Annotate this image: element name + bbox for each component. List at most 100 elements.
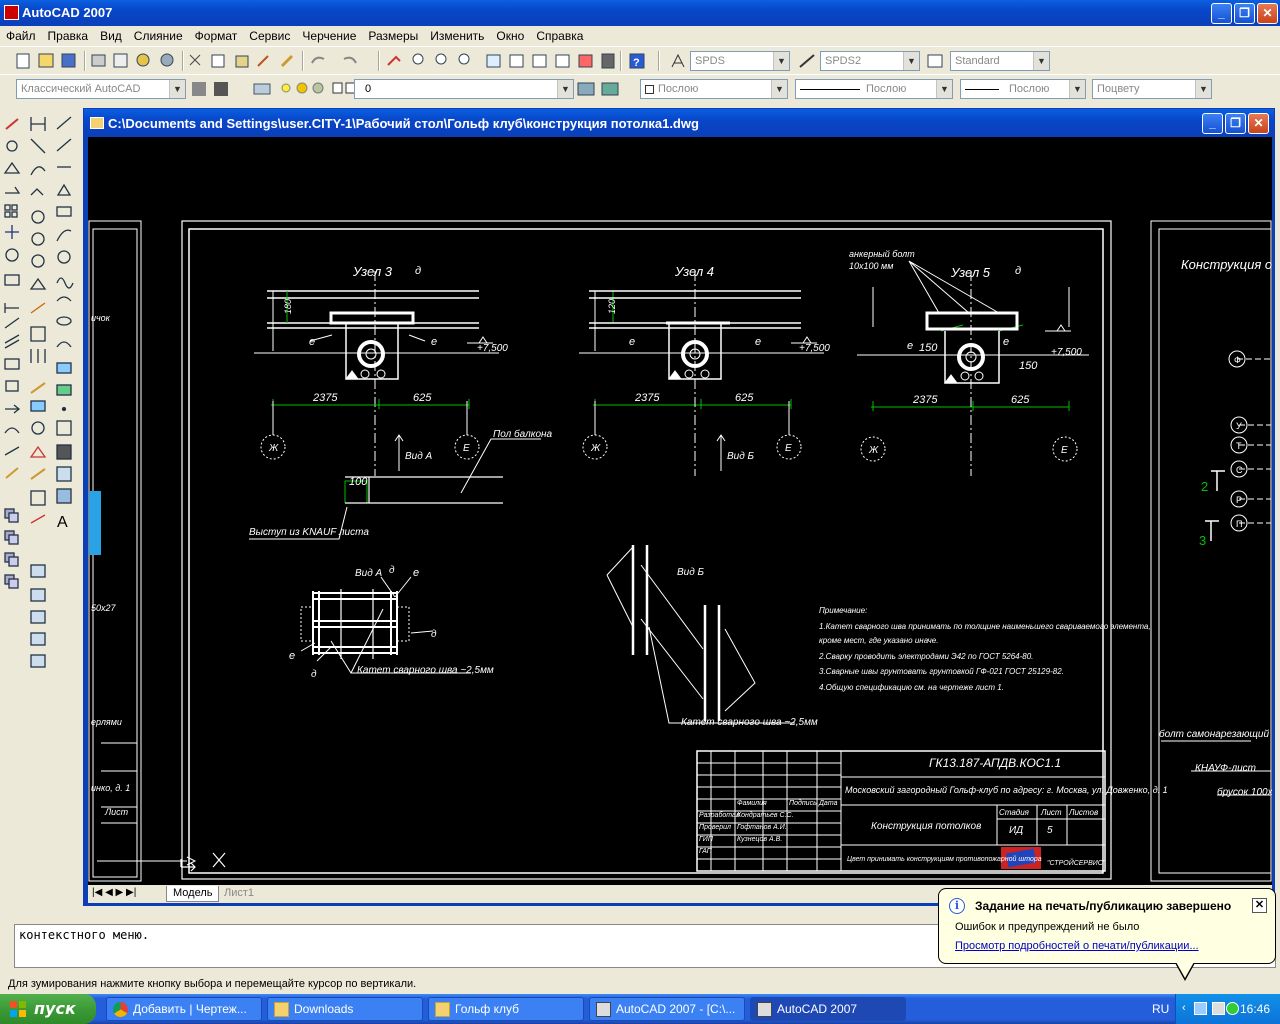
svg-text:Р: Р	[1236, 495, 1242, 505]
linetype-select[interactable]: Послою ▼	[795, 79, 953, 99]
network-icon[interactable]	[1194, 1002, 1207, 1015]
svg-text:+7,500: +7,500	[799, 343, 830, 354]
text-style-select[interactable]: SPDS ▼	[690, 51, 790, 71]
svg-text:д: д	[431, 629, 437, 640]
svg-text:?: ?	[633, 57, 640, 69]
dwg-close-button[interactable]: ✕	[1248, 113, 1269, 134]
svg-text:Проверил: Проверил	[699, 824, 731, 831]
svg-text:+7,500: +7,500	[1051, 347, 1082, 358]
node-5-detail	[857, 260, 1089, 476]
menu-merge[interactable]: Слияние	[128, 26, 189, 43]
lineweight-select[interactable]: Послою ▼	[960, 79, 1086, 99]
svg-text:Вид А: Вид А	[405, 451, 433, 462]
color-select[interactable]: Послою ▼	[640, 79, 788, 99]
menu-tools[interactable]: Сервис	[243, 26, 296, 43]
svg-text:болт самонарезающий: болт самонарезающий	[1159, 728, 1269, 740]
task-autocad-doc[interactable]: AutoCAD 2007 - [C:\...	[589, 997, 745, 1021]
task-chrome[interactable]: Добавить | Чертеж...	[106, 997, 262, 1021]
task-autocad[interactable]: AutoCAD 2007	[750, 997, 906, 1021]
tab-sheet1[interactable]: Лист1	[218, 886, 260, 902]
svg-text:Выступ из KNAUF листа: Выступ из KNAUF листа	[249, 527, 369, 538]
menu-file[interactable]: Файл	[0, 26, 42, 43]
svg-text:1.Катет сварного шва принимать: 1.Катет сварного шва принимать по толщин…	[819, 622, 1151, 631]
menu-window[interactable]: Окно	[490, 26, 530, 43]
minimize-button[interactable]: _	[1211, 3, 1232, 24]
svg-text:Узел 3: Узел 3	[352, 264, 393, 279]
clock[interactable]: 16:46	[1240, 1002, 1270, 1016]
app-title: AutoCAD 2007	[22, 5, 113, 20]
svg-text:ГК13.187-АПДВ.КОС1.1: ГК13.187-АПДВ.КОС1.1	[929, 756, 1061, 770]
svg-text:д: д	[415, 265, 421, 277]
svg-text:ерлями: ерлями	[91, 717, 122, 727]
svg-text:Подпись: Подпись	[789, 799, 817, 807]
language-indicator[interactable]: RU	[1152, 1002, 1169, 1016]
layer-select[interactable]: 0 ▼	[354, 79, 574, 99]
view-a-detail	[300, 589, 410, 659]
dwg-minimize-button[interactable]: _	[1202, 113, 1223, 134]
svg-text:Фамилия: Фамилия	[737, 800, 767, 807]
svg-text:Кузнецов А.В.: Кузнецов А.В.	[737, 836, 782, 843]
menu-format[interactable]: Формат	[189, 26, 244, 43]
printer-icon[interactable]	[1212, 1002, 1225, 1015]
svg-text:2375: 2375	[912, 394, 938, 406]
menu-draw[interactable]: Черчение	[296, 26, 362, 43]
svg-text:Ж: Ж	[868, 445, 879, 456]
menu-help[interactable]: Справка	[530, 26, 589, 43]
menu-edit[interactable]: Правка	[42, 26, 95, 43]
close-button[interactable]: ✕	[1257, 3, 1278, 24]
menu-dimension[interactable]: Размеры	[362, 26, 424, 43]
svg-text:4.Общую спецификацию см. на че: 4.Общую спецификацию см. на чертеже лист…	[819, 683, 1004, 692]
model-space-canvas[interactable]: Узел 3 д 180 е е +7,500 2375 625 Ж Е Узе…	[88, 137, 1272, 885]
balloon-close-button[interactable]: ✕	[1252, 898, 1267, 913]
svg-text:Стадия: Стадия	[999, 808, 1030, 817]
print-notification-balloon: i Задание на печать/публикацию завершено…	[938, 888, 1276, 981]
svg-text:100: 100	[349, 476, 368, 488]
svg-text:Дата: Дата	[818, 800, 838, 807]
svg-text:ичок: ичок	[91, 313, 111, 323]
task-golf-club-folder[interactable]: Гольф клуб	[428, 997, 584, 1021]
svg-text:КНАУФ-лист: КНАУФ-лист	[1195, 763, 1256, 774]
draw-modify-tools[interactable]: A	[0, 103, 78, 683]
svg-text:Т: Т	[1236, 441, 1242, 451]
plotstyle-select[interactable]: Поцвету ▼	[1092, 79, 1212, 99]
svg-text:2.Сварку проводить электродами: 2.Сварку проводить электродами Э42 по ГО…	[818, 652, 1033, 661]
folder-icon	[274, 1002, 289, 1017]
autocad-icon	[4, 5, 19, 20]
svg-text:Ф: Ф	[1234, 355, 1241, 365]
svg-text:Ж: Ж	[268, 443, 279, 454]
restore-button[interactable]: ❐	[1234, 3, 1255, 24]
svg-text:Вид Б: Вид Б	[727, 451, 755, 462]
security-icon[interactable]	[1226, 1002, 1239, 1015]
menu-modify[interactable]: Изменить	[424, 26, 490, 43]
tab-model[interactable]: Модель	[166, 886, 220, 902]
tray-expand-icon[interactable]: ‹	[1182, 1002, 1186, 1014]
balloon-details-link[interactable]: Просмотр подробностей о печати/публикаци…	[955, 940, 1199, 952]
svg-text:П: П	[1236, 519, 1242, 529]
svg-text:е: е	[907, 340, 913, 352]
svg-text:Е: Е	[1061, 445, 1068, 456]
svg-text:Листов: Листов	[1068, 808, 1098, 817]
start-button[interactable]: пуск	[0, 994, 96, 1024]
dwg-restore-button[interactable]: ❐	[1225, 113, 1246, 134]
svg-text:ИД: ИД	[1009, 825, 1023, 836]
svg-text:625: 625	[735, 392, 754, 404]
menu-view[interactable]: Вид	[94, 26, 128, 43]
svg-text:анкерный болт: анкерный болт	[849, 249, 915, 259]
dim-style-select[interactable]: SPDS2 ▼	[820, 51, 920, 71]
svg-text:е: е	[431, 336, 437, 348]
autocad-icon	[757, 1002, 772, 1017]
svg-text:120: 120	[607, 299, 617, 314]
left-toolbars: A	[0, 103, 78, 683]
tab-nav-arrows[interactable]: |◀ ◀ ▶ ▶|	[92, 887, 136, 898]
svg-text:180: 180	[283, 299, 293, 314]
svg-text:инко, д. 1: инко, д. 1	[91, 783, 130, 793]
table-style-select[interactable]: Standard ▼	[950, 51, 1050, 71]
svg-text:Московский загородный Гольф-кл: Московский загородный Гольф-клуб по адре…	[845, 785, 1168, 795]
svg-text:е: е	[629, 336, 635, 348]
task-downloads[interactable]: Downloads	[267, 997, 423, 1021]
svg-text:Катет сварного шва ~2,5мм: Катет сварного шва ~2,5мм	[357, 665, 494, 676]
svg-text:д: д	[1015, 265, 1021, 277]
svg-text:ГИП: ГИП	[699, 836, 714, 843]
svg-text:Вид Б: Вид Б	[677, 567, 705, 578]
svg-text:"СТРОЙСЕРВИС": "СТРОЙСЕРВИС"	[1047, 858, 1106, 867]
